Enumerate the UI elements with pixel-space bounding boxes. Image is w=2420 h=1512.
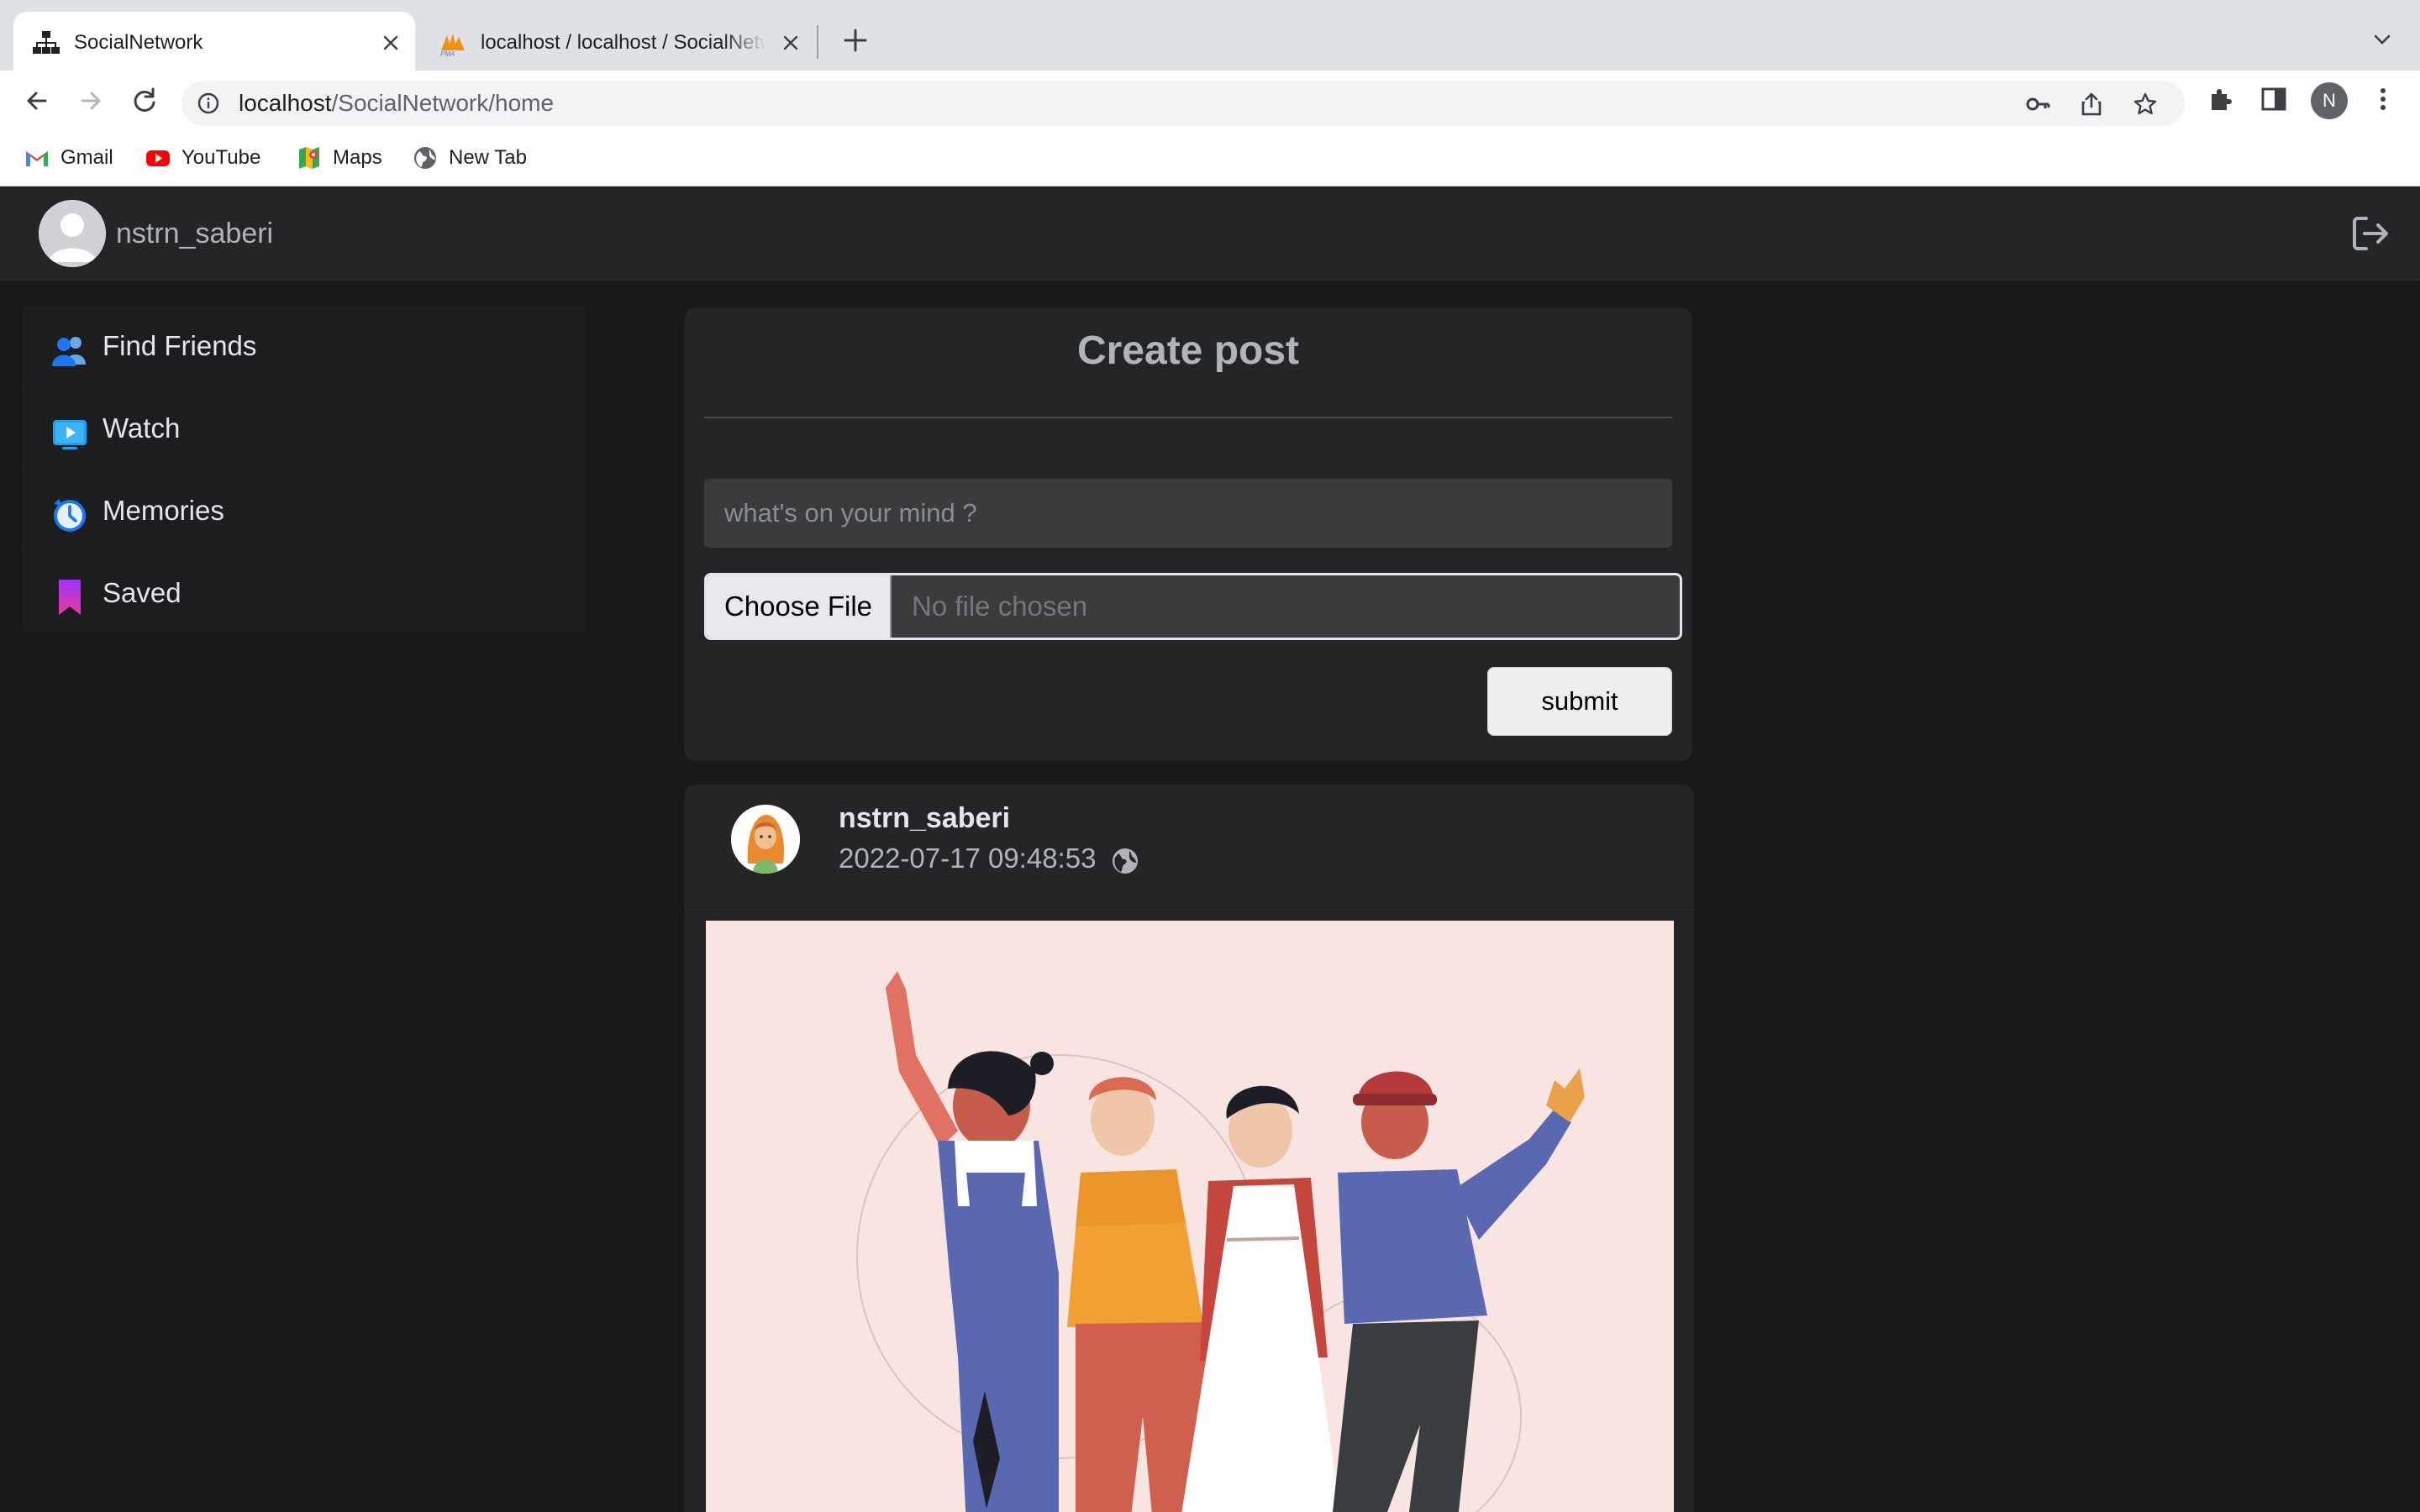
- file-status-text: No file chosen: [912, 591, 1088, 622]
- bookmark-label: YouTube: [182, 146, 261, 169]
- submit-button[interactable]: submit: [1487, 667, 1672, 736]
- profile-avatar[interactable]: N: [2311, 82, 2348, 119]
- sidebar-item-memories[interactable]: Memories: [22, 470, 585, 551]
- logout-icon[interactable]: [2349, 212, 2393, 255]
- watch-icon: [53, 420, 87, 449]
- sidebar: Find Friends Watch Memories Saved: [22, 306, 585, 632]
- url-text: localhost/SocialNetwork/home: [239, 89, 554, 118]
- memories-icon: [54, 499, 86, 532]
- svg-text:PMA: PMA: [440, 50, 455, 57]
- sidebar-item-find-friends[interactable]: Find Friends: [22, 306, 585, 386]
- bookmark-gmail[interactable]: Gmail: [24, 143, 113, 173]
- divider: [704, 417, 1672, 418]
- network-icon: [33, 31, 60, 54]
- group-of-friends-illustration: [706, 921, 1674, 1512]
- browser-tab-strip: SocialNetwork PMA localhost / localhost …: [0, 0, 2420, 71]
- sidebar-item-label: Watch: [103, 412, 181, 444]
- sidebar-item-saved[interactable]: Saved: [22, 553, 585, 633]
- browser-tab-socialnetwork[interactable]: SocialNetwork: [13, 12, 415, 71]
- back-arrow-icon[interactable]: [20, 84, 54, 118]
- sidebar-item-label: Memories: [103, 495, 224, 526]
- tab-title: localhost / localhost / SocialNetwork: [481, 31, 766, 54]
- post-header-divider: [684, 911, 1694, 912]
- sidebar-item-label: Find Friends: [103, 330, 257, 361]
- create-post-title: Create post: [1076, 328, 1300, 373]
- browser-tab-phpmyadmin[interactable]: PMA localhost / localhost / SocialNetwor…: [420, 12, 815, 71]
- info-icon[interactable]: [197, 92, 220, 115]
- address-bar[interactable]: localhost/SocialNetwork/home: [182, 81, 2185, 126]
- post-image[interactable]: [706, 921, 1674, 1512]
- forward-arrow-icon[interactable]: [74, 84, 108, 118]
- maps-icon: [299, 147, 319, 169]
- tab-title: SocialNetwork: [74, 31, 203, 54]
- url-host: localhost: [239, 90, 332, 116]
- user-avatar[interactable]: [39, 200, 106, 267]
- create-post-card: Create post Choose File No file chosen s…: [684, 307, 1692, 761]
- choose-file-button[interactable]: Choose File: [707, 575, 892, 638]
- bookmark-label: New Tab: [449, 146, 527, 169]
- extensions-icon[interactable]: [2207, 84, 2237, 114]
- bookmark-new-tab[interactable]: New Tab: [412, 143, 527, 173]
- bookmark-youtube[interactable]: YouTube: [145, 143, 260, 173]
- bookmark-maps[interactable]: Maps: [296, 143, 382, 173]
- reload-icon[interactable]: [128, 84, 161, 118]
- author-avatar-illustration: [731, 805, 800, 874]
- chevron-down-icon[interactable]: [2370, 27, 2395, 52]
- post-author-avatar[interactable]: [731, 805, 800, 874]
- browser-toolbar: localhost/SocialNetwork/home N: [0, 71, 2420, 131]
- key-icon[interactable]: [2025, 92, 2050, 117]
- bookmark-label: Gmail: [60, 146, 113, 169]
- header-username[interactable]: nstrn_saberi: [116, 215, 273, 252]
- side-panel-icon[interactable]: [2259, 84, 2289, 114]
- close-icon[interactable]: [780, 32, 802, 54]
- gmail-icon: [26, 151, 48, 166]
- friends-icon: [52, 337, 86, 366]
- file-input[interactable]: Choose File No file chosen: [704, 573, 1682, 640]
- new-tab-plus-icon[interactable]: [839, 24, 872, 57]
- tab-separator: [817, 25, 818, 59]
- bookmark-icon: [59, 580, 81, 615]
- sidebar-item-label: Saved: [103, 577, 182, 608]
- default-user-icon: [39, 200, 106, 267]
- url-path: /SocialNetwork/home: [331, 90, 555, 116]
- more-vert-icon[interactable]: [2368, 84, 2398, 114]
- star-icon[interactable]: [2133, 92, 2158, 117]
- share-icon[interactable]: [2079, 92, 2104, 117]
- post-card: nstrn_saberi 2022-07-17 09:48:53: [684, 785, 1694, 1512]
- sidebar-item-watch[interactable]: Watch: [22, 388, 585, 469]
- globe-icon: [414, 147, 436, 169]
- post-text-input[interactable]: [704, 479, 1672, 548]
- bookmarks-bar: Gmail YouTube Maps New Tab: [0, 131, 2420, 186]
- bookmark-label: Maps: [333, 146, 382, 169]
- globe-icon: [1113, 848, 1138, 874]
- site-header: nstrn_saberi: [0, 186, 2420, 281]
- close-icon[interactable]: [380, 32, 402, 54]
- post-timestamp: 2022-07-17 09:48:53: [839, 843, 1097, 874]
- phpmyadmin-icon: PMA: [440, 34, 465, 57]
- youtube-icon: [146, 150, 170, 166]
- post-author-name[interactable]: nstrn_saberi: [839, 800, 1010, 837]
